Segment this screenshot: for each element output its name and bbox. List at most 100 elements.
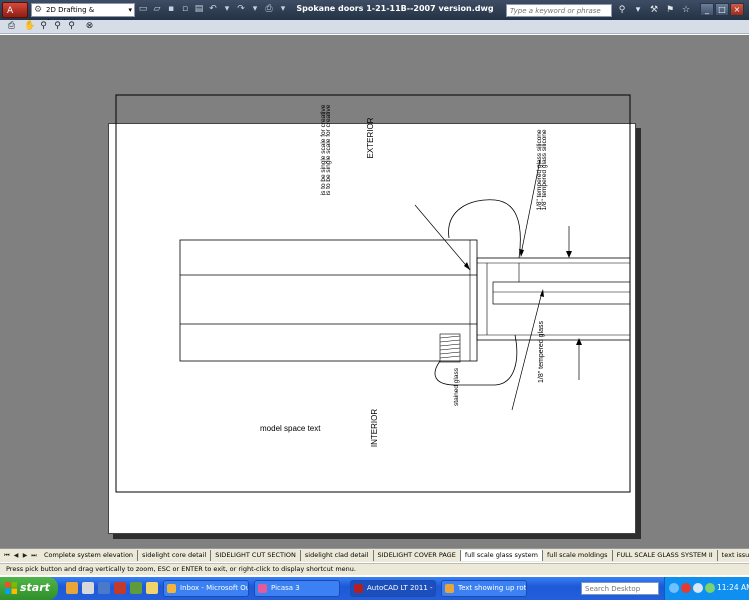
workspace-select[interactable]: ⚙ 2D Drafting & Annotation ▾ — [31, 3, 135, 26]
system-tray: 11:24 AM — [664, 577, 749, 600]
silicone-bead-bottom — [434, 334, 518, 386]
close-preview-icon[interactable]: ⊗ — [84, 21, 95, 32]
arrowhead — [576, 338, 582, 345]
task-label: Text showing up rota... — [458, 584, 527, 592]
last-tab-icon[interactable]: ⏭ — [30, 551, 38, 560]
vertical-note-overlap: is to be single scale for creative — [320, 104, 327, 195]
redo-icon[interactable]: ↷ — [236, 3, 246, 15]
task-autocad[interactable]: AutoCAD LT 2011 - [... — [350, 580, 436, 597]
interior-label: INTERIOR — [370, 409, 379, 447]
communication-icon[interactable]: ⚑ — [664, 3, 676, 17]
title-bar: A ⚙ 2D Drafting & Annotation ▾ ▭ ▱ ▪ ▫ ▤… — [0, 0, 749, 26]
explorer-icon[interactable] — [146, 582, 158, 594]
next-tab-icon[interactable]: ▶ — [21, 551, 29, 560]
show-desktop-icon[interactable] — [82, 582, 94, 594]
application-menu-button[interactable]: A — [2, 2, 28, 18]
exterior-label: EXTERIOR — [366, 117, 375, 158]
autocad-icon — [354, 584, 363, 593]
tab-layout[interactable]: full scale moldings — [543, 550, 613, 561]
undo-icon[interactable]: ↶ — [208, 3, 218, 15]
stained-glass-label: stained glass — [453, 367, 460, 406]
pan-hand-icon[interactable]: ✋ — [24, 21, 35, 32]
windows-taskbar: start Inbox - Microsoft Out... Picasa 3 … — [0, 577, 749, 600]
customize-dropdown-icon[interactable]: ▾ — [278, 3, 288, 15]
tray-network-icon[interactable] — [669, 583, 679, 593]
windows-flag-icon — [5, 582, 17, 594]
door-panel — [179, 239, 478, 362]
plot-icon[interactable]: ▤ — [194, 3, 204, 15]
search-input[interactable] — [506, 4, 612, 17]
task-label: AutoCAD LT 2011 - [... — [367, 584, 435, 592]
picasa-icon — [258, 584, 267, 593]
firefox-icon — [445, 584, 454, 593]
task-browser[interactable]: Text showing up rota... — [441, 580, 527, 597]
first-tab-icon[interactable]: ⏮ — [3, 551, 11, 560]
tray-volume-icon[interactable] — [693, 583, 703, 593]
arrowhead — [566, 251, 572, 258]
task-picasa[interactable]: Picasa 3 — [254, 580, 340, 597]
task-label: Picasa 3 — [271, 584, 300, 592]
glass-channel — [476, 257, 631, 341]
drawing-canvas[interactable]: EXTERIOR INTERIOR model space text is to… — [0, 35, 749, 548]
tab-layout[interactable]: SIDELIGHT CUT SECTION — [211, 550, 301, 561]
status-text: Press pick button and drag vertically to… — [6, 565, 356, 573]
quick-access-toolbar: ▭ ▱ ▪ ▫ ▤ ↶ ▾ ↷ ▾ ⎙ ▾ — [138, 3, 288, 17]
print-icon[interactable]: ⎙ — [264, 3, 274, 15]
desktop-search-input[interactable] — [581, 582, 659, 595]
clock: 11:24 AM — [717, 583, 749, 592]
tab-layout[interactable]: text issue — [718, 550, 749, 561]
start-button[interactable]: start — [0, 577, 58, 600]
tab-layout[interactable]: Complete system elevation — [40, 550, 139, 561]
zoom-window-icon[interactable]: ⚲ — [52, 21, 63, 32]
tab-layout[interactable]: SIDELIGHT COVER PAGE — [374, 550, 461, 561]
tab-layout-active[interactable]: full scale glass system — [460, 550, 543, 561]
arrowhead — [464, 262, 470, 270]
infocenter-toolbar: ⚲ ▾ ⚒ ⚑ ☆ ? — [616, 3, 708, 17]
silicone-bead-top — [448, 199, 521, 259]
undo-dropdown-icon[interactable]: ▾ — [222, 3, 232, 15]
open-file-icon[interactable]: ▱ — [152, 3, 162, 15]
firefox-icon[interactable] — [66, 582, 78, 594]
task-label: Inbox - Microsoft Out... — [180, 584, 248, 592]
save-icon[interactable]: ▪ — [166, 3, 176, 15]
tab-layout[interactable]: sidelight core detail — [138, 550, 212, 561]
arrowhead — [540, 289, 544, 297]
search-dropdown-icon[interactable]: ▾ — [632, 3, 644, 17]
close-button[interactable]: × — [730, 3, 744, 16]
quicklaunch-icon[interactable] — [130, 582, 142, 594]
prev-tab-icon[interactable]: ◀ — [12, 551, 20, 560]
maximize-button[interactable]: □ — [715, 3, 729, 16]
layout-tab-bar: ⏮ ◀ ▶ ⏭ Complete system elevation sideli… — [0, 548, 749, 562]
start-label: start — [20, 581, 50, 594]
zoom-realtime-icon[interactable]: ⚲ — [38, 21, 49, 32]
door-section-drawing: EXTERIOR INTERIOR model space text is to… — [115, 94, 631, 493]
minimize-button[interactable]: _ — [700, 3, 714, 16]
silicone-note-overlap: 1/8" tempered glass silicone — [536, 129, 543, 210]
outlook-icon[interactable] — [98, 582, 110, 594]
stained-glass-hatch — [439, 335, 461, 359]
save-as-icon[interactable]: ▫ — [180, 3, 190, 15]
tempered-glass-label: 1/8" tempered glass — [538, 320, 545, 383]
subscription-icon[interactable]: ⚒ — [648, 3, 660, 17]
tab-layout[interactable]: sidelight clad detail — [301, 550, 374, 561]
plot-icon[interactable]: ⎙ — [6, 21, 17, 32]
window-title: Spokane doors 1-21-11B--2007 version.dwg — [296, 4, 494, 13]
chevron-down-icon: ▾ — [128, 6, 132, 14]
model-space-text: model space text — [260, 424, 321, 433]
outlook-icon — [167, 584, 176, 593]
acrobat-icon[interactable] — [114, 582, 126, 594]
favorites-star-icon[interactable]: ☆ — [680, 3, 692, 17]
tab-navigation: ⏮ ◀ ▶ ⏭ — [3, 551, 38, 560]
zoom-toolbar: ⎙ ✋ ⚲ ⚲ ⚲ ⊗ — [0, 20, 749, 34]
layout-tabs: Complete system elevation sidelight core… — [40, 550, 749, 561]
zoom-previous-icon[interactable]: ⚲ — [66, 21, 77, 32]
tray-update-icon[interactable] — [705, 583, 715, 593]
glass-pane — [492, 281, 631, 305]
task-outlook[interactable]: Inbox - Microsoft Out... — [163, 580, 249, 597]
binoculars-icon[interactable]: ⚲ — [616, 3, 628, 17]
tray-security-icon[interactable] — [681, 583, 691, 593]
tab-layout[interactable]: FULL SCALE GLASS SYSTEM II — [613, 550, 718, 561]
new-file-icon[interactable]: ▭ — [138, 3, 148, 15]
redo-dropdown-icon[interactable]: ▾ — [250, 3, 260, 15]
gear-icon: ⚙ — [34, 5, 43, 15]
